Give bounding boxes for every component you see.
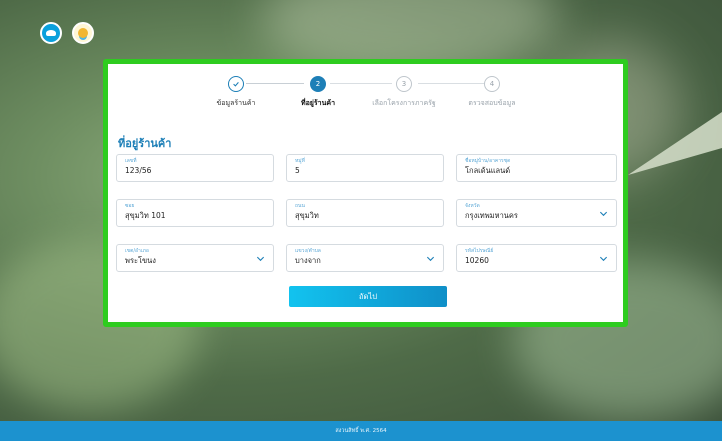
field-label: เขต/อำเภอ xyxy=(125,248,149,254)
field-label: แขวง/ตำบล xyxy=(295,248,321,254)
field-value: กรุงเทพมหานคร xyxy=(465,211,518,220)
section-title: ที่อยู่ร้านค้า xyxy=(118,137,172,150)
subdistrict-select[interactable]: แขวง/ตำบล บางจาก xyxy=(286,244,444,272)
field-label: เลขที่ xyxy=(125,158,137,164)
chevron-down-icon[interactable] xyxy=(599,254,608,263)
field-label: รหัสไปรษณีย์ xyxy=(465,248,494,254)
chevron-down-icon[interactable] xyxy=(426,254,435,263)
village-field[interactable]: ชื่อหมู่บ้าน/อาคารชุด โกลเด้นแลนด์ xyxy=(456,154,617,182)
field-label: ถนน xyxy=(295,203,305,209)
field-label: จังหวัด xyxy=(465,203,480,209)
government-program-logo-icon xyxy=(72,22,94,44)
bank-logo-icon xyxy=(40,22,62,44)
house-number-field[interactable]: เลขที่ 123/56 xyxy=(116,154,274,182)
step-store-address[interactable]: 2 ที่อยู่ร้านค้า xyxy=(278,76,358,109)
field-value: โกลเด้นแลนด์ xyxy=(465,166,511,175)
check-icon xyxy=(228,76,244,92)
province-select[interactable]: จังหวัด กรุงเทพมหานคร xyxy=(456,199,617,227)
step-number: 2 xyxy=(310,76,326,92)
soi-field[interactable]: ซอย สุขุมวิท 101 xyxy=(116,199,274,227)
field-value: สุขุมวิท 101 xyxy=(125,211,166,220)
moo-field[interactable]: หมู่ที่ 5 xyxy=(286,154,444,182)
chevron-down-icon[interactable] xyxy=(256,254,265,263)
step-store-info[interactable]: ข้อมูลร้านค้า xyxy=(196,76,276,109)
step-label: ที่อยู่ร้านค้า xyxy=(300,99,335,107)
copyright-text: สงวนสิทธิ์ พ.ศ. 2564 xyxy=(335,428,387,434)
field-value: พระโขนง xyxy=(125,256,156,265)
field-value: บางจาก xyxy=(295,256,321,265)
step-government-program[interactable]: 3 เลือกโครงการภาครัฐ xyxy=(364,76,444,109)
progress-stepper: ข้อมูลร้านค้า 2 ที่อยู่ร้านค้า 3 เลือกโค… xyxy=(108,76,623,120)
postal-code-select[interactable]: รหัสไปรษณีย์ 10260 xyxy=(456,244,617,272)
step-label: เลือกโครงการภาครัฐ xyxy=(372,99,436,107)
step-label: ตรวจสอบข้อมูล xyxy=(468,99,516,107)
next-button[interactable]: ถัดไป xyxy=(289,286,447,307)
footer: สงวนสิทธิ์ พ.ศ. 2564 xyxy=(0,421,722,441)
road-field[interactable]: ถนน สุขุมวิท xyxy=(286,199,444,227)
step-label: ข้อมูลร้านค้า xyxy=(216,99,256,107)
field-label: หมู่ที่ xyxy=(295,158,305,164)
field-value: 10260 xyxy=(465,256,489,265)
step-review[interactable]: 4 ตรวจสอบข้อมูล xyxy=(452,76,532,109)
address-form-card: ข้อมูลร้านค้า 2 ที่อยู่ร้านค้า 3 เลือกโค… xyxy=(103,59,628,327)
district-select[interactable]: เขต/อำเภอ พระโขนง xyxy=(116,244,274,272)
field-value: สุขุมวิท xyxy=(295,211,319,220)
step-number: 3 xyxy=(396,76,412,92)
field-label: ชื่อหมู่บ้าน/อาคารชุด xyxy=(465,158,511,164)
chevron-down-icon[interactable] xyxy=(599,209,608,218)
step-number: 4 xyxy=(484,76,500,92)
field-label: ซอย xyxy=(125,203,135,209)
field-value: 123/56 xyxy=(125,166,152,175)
field-value: 5 xyxy=(295,166,300,175)
